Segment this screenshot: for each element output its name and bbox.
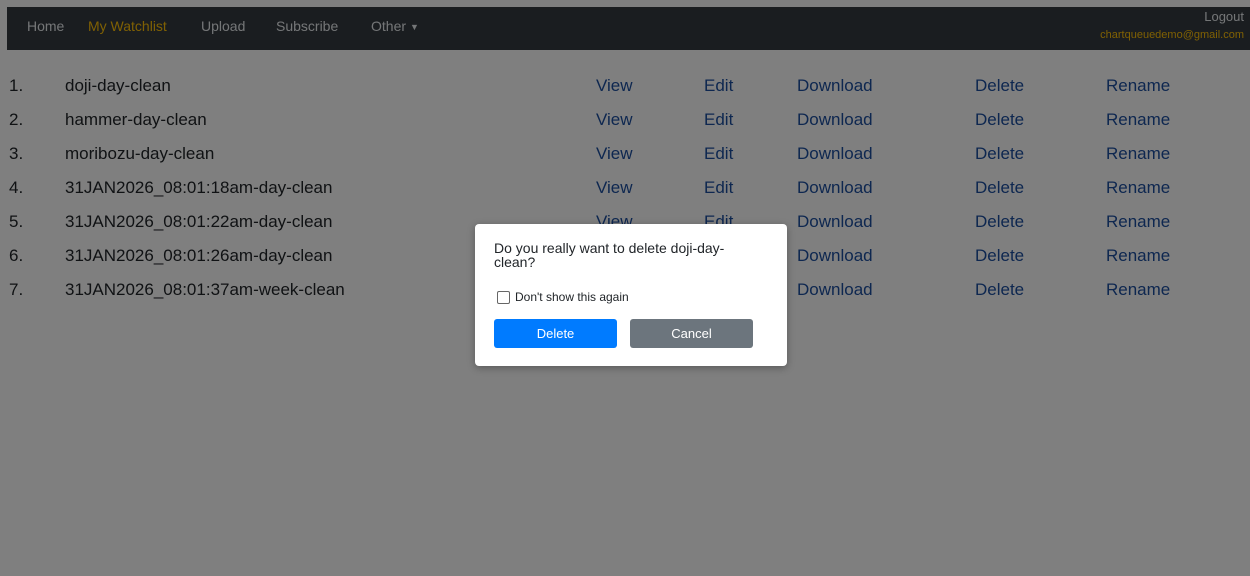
dialog-message: Do you really want to delete doji-day-cl… [494,240,725,270]
confirm-delete-button[interactable]: Delete [494,319,617,348]
dont-show-again-label[interactable]: Don't show this again [515,290,629,304]
modal-backdrop: Do you really want to delete doji-day-cl… [0,0,1250,576]
delete-confirm-dialog: Do you really want to delete doji-day-cl… [475,224,787,366]
dont-show-again-checkbox[interactable] [497,291,510,304]
cancel-button[interactable]: Cancel [630,319,753,348]
